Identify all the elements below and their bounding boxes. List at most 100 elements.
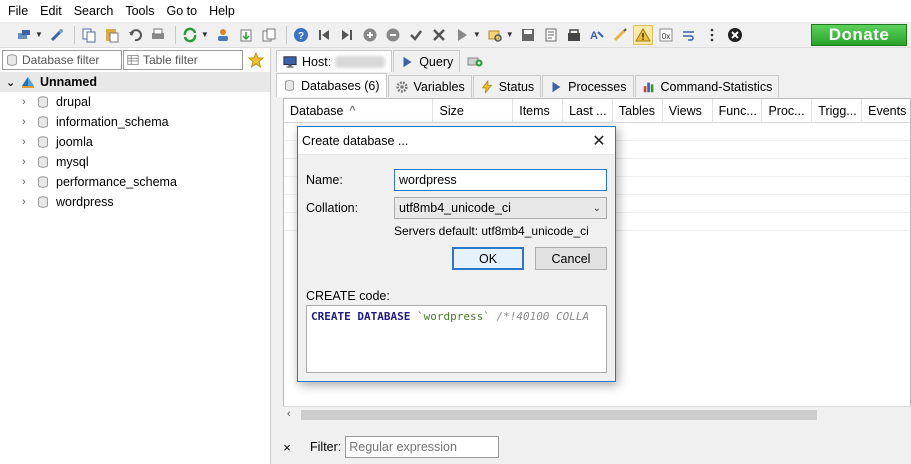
refresh-dropdown-icon[interactable]: ▼ (201, 30, 209, 39)
tree-item-mysql[interactable]: › mysql (0, 152, 270, 172)
load-sql-icon[interactable] (541, 25, 561, 45)
snippets-icon[interactable] (564, 25, 584, 45)
column-header-views[interactable]: Views (663, 99, 713, 123)
database-icon (38, 156, 48, 168)
table-filter-input[interactable]: Table filter (123, 50, 243, 70)
menu-help[interactable]: Help (203, 0, 241, 22)
column-header-triggers[interactable]: Trigg... (812, 99, 863, 123)
tree-item-drupal[interactable]: › drupal (0, 92, 270, 112)
create-code-editor[interactable]: CREATE DATABASE `wordpress` /*!40100 COL… (306, 305, 607, 373)
execute-dropdown-icon[interactable]: ▼ (473, 30, 481, 39)
ok-button[interactable]: OK (452, 247, 524, 270)
first-record-icon[interactable] (314, 25, 334, 45)
tree-item-wordpress[interactable]: › wordpress (0, 192, 270, 212)
tree-item-performance-schema[interactable]: › performance_schema (0, 172, 270, 192)
tab-databases[interactable]: Databases (6) (276, 73, 387, 97)
find-icon[interactable]: A (587, 25, 607, 45)
execute-icon[interactable] (452, 25, 472, 45)
close-filter-icon[interactable]: × (276, 440, 298, 455)
tree-root-unnamed[interactable]: ⌄ Unnamed (0, 72, 270, 92)
word-wrap-icon[interactable] (679, 25, 699, 45)
database-icon (38, 116, 48, 128)
column-header-items[interactable]: Items (513, 99, 564, 123)
favorite-star-icon[interactable] (246, 50, 266, 70)
tree-item-joomla[interactable]: › joomla (0, 132, 270, 152)
disconnect-icon[interactable] (47, 25, 67, 45)
delete-record-icon[interactable] (383, 25, 403, 45)
export-icon[interactable] (259, 25, 279, 45)
post-record-icon[interactable] (406, 25, 426, 45)
donate-button[interactable]: Donate (811, 24, 907, 46)
refresh-icon[interactable] (180, 25, 200, 45)
copy-icon[interactable] (79, 25, 99, 45)
collation-value: utf8mb4_unicode_ci (399, 201, 511, 215)
expand-arrow-icon[interactable]: › (22, 116, 34, 128)
expand-arrow-icon[interactable]: › (22, 96, 34, 108)
cancel-edit-icon[interactable] (429, 25, 449, 45)
tab-status[interactable]: Status (472, 75, 542, 97)
database-name-input[interactable] (394, 169, 607, 191)
svg-text:A: A (590, 30, 598, 42)
expand-arrow-icon[interactable]: › (22, 196, 34, 208)
host-name-redacted (335, 55, 386, 68)
database-filter-input[interactable]: Database filter (2, 50, 122, 70)
help-icon[interactable]: ? (291, 25, 311, 45)
print-icon[interactable] (148, 25, 168, 45)
menu-bar: File Edit Search Tools Go to Help (0, 0, 911, 22)
column-header-functions[interactable]: Func... (713, 99, 763, 123)
menu-edit[interactable]: Edit (34, 0, 68, 22)
column-header-tables[interactable]: Tables (613, 99, 663, 123)
replace-icon[interactable] (610, 25, 630, 45)
cancel-button[interactable]: Cancel (535, 247, 607, 270)
undo-icon[interactable] (125, 25, 145, 45)
tab-databases-label: Databases (6) (301, 78, 380, 93)
tree-item-information-schema[interactable]: › information_schema (0, 112, 270, 132)
scroll-left-icon[interactable]: ‹ (287, 408, 291, 420)
insert-record-icon[interactable] (360, 25, 380, 45)
session-manager-icon[interactable] (14, 25, 34, 45)
user-manager-icon[interactable] (213, 25, 233, 45)
column-header-procedures[interactable]: Proc... (762, 99, 813, 123)
menu-search[interactable]: Search (68, 0, 120, 22)
menu-tools[interactable]: Tools (119, 0, 160, 22)
exit-icon[interactable] (725, 25, 745, 45)
lightning-icon (481, 79, 492, 93)
warning-toggle-icon[interactable] (632, 24, 653, 45)
collapse-arrow-icon[interactable]: ⌄ (6, 76, 18, 89)
session-dropdown-icon[interactable]: ▼ (35, 30, 43, 39)
database-icon (38, 196, 48, 208)
save-icon[interactable] (518, 25, 538, 45)
close-icon[interactable]: ✕ (589, 131, 609, 151)
more-options-icon[interactable] (702, 25, 722, 45)
code-keyword: CREATE DATABASE (311, 310, 411, 323)
tab-variables-label: Variables (413, 79, 465, 94)
expand-arrow-icon[interactable]: › (22, 136, 34, 148)
query-tools-icon[interactable] (485, 25, 505, 45)
column-header-last-modified[interactable]: Last ... (563, 99, 613, 123)
filter-input[interactable] (345, 436, 500, 458)
horizontal-scrollbar[interactable]: ‹ (283, 406, 911, 422)
column-header-events[interactable]: Events (862, 99, 910, 123)
expand-arrow-icon[interactable]: › (22, 176, 34, 188)
menu-goto[interactable]: Go to (161, 0, 204, 22)
paste-icon[interactable] (102, 25, 122, 45)
tab-query[interactable]: Query (393, 50, 461, 72)
tab-processes[interactable]: Processes (542, 75, 634, 97)
database-tree-panel: Database filter Table filter ⌄ Unnamed ›… (0, 48, 271, 464)
query-tools-dropdown-icon[interactable]: ▼ (506, 30, 514, 39)
tab-command-statistics[interactable]: Command-Statistics (634, 75, 780, 97)
import-icon[interactable] (236, 25, 256, 45)
column-header-database[interactable]: Database ^ (284, 99, 434, 123)
menu-file[interactable]: File (2, 0, 34, 22)
expand-arrow-icon[interactable]: › (22, 156, 34, 168)
tab-variables[interactable]: Variables (387, 75, 472, 97)
database-icon (38, 176, 48, 188)
tab-close-icon[interactable]: 0x (656, 25, 676, 45)
database-tree: ⌄ Unnamed › drupal › information_schema … (0, 72, 270, 212)
new-query-tab-icon[interactable] (461, 50, 494, 72)
last-record-icon[interactable] (337, 25, 357, 45)
collation-select[interactable]: utf8mb4_unicode_ci ⌄ (394, 197, 607, 219)
column-header-size[interactable]: Size (433, 99, 514, 123)
tab-host[interactable]: Host: (276, 50, 393, 72)
scrollbar-thumb[interactable] (301, 410, 817, 420)
